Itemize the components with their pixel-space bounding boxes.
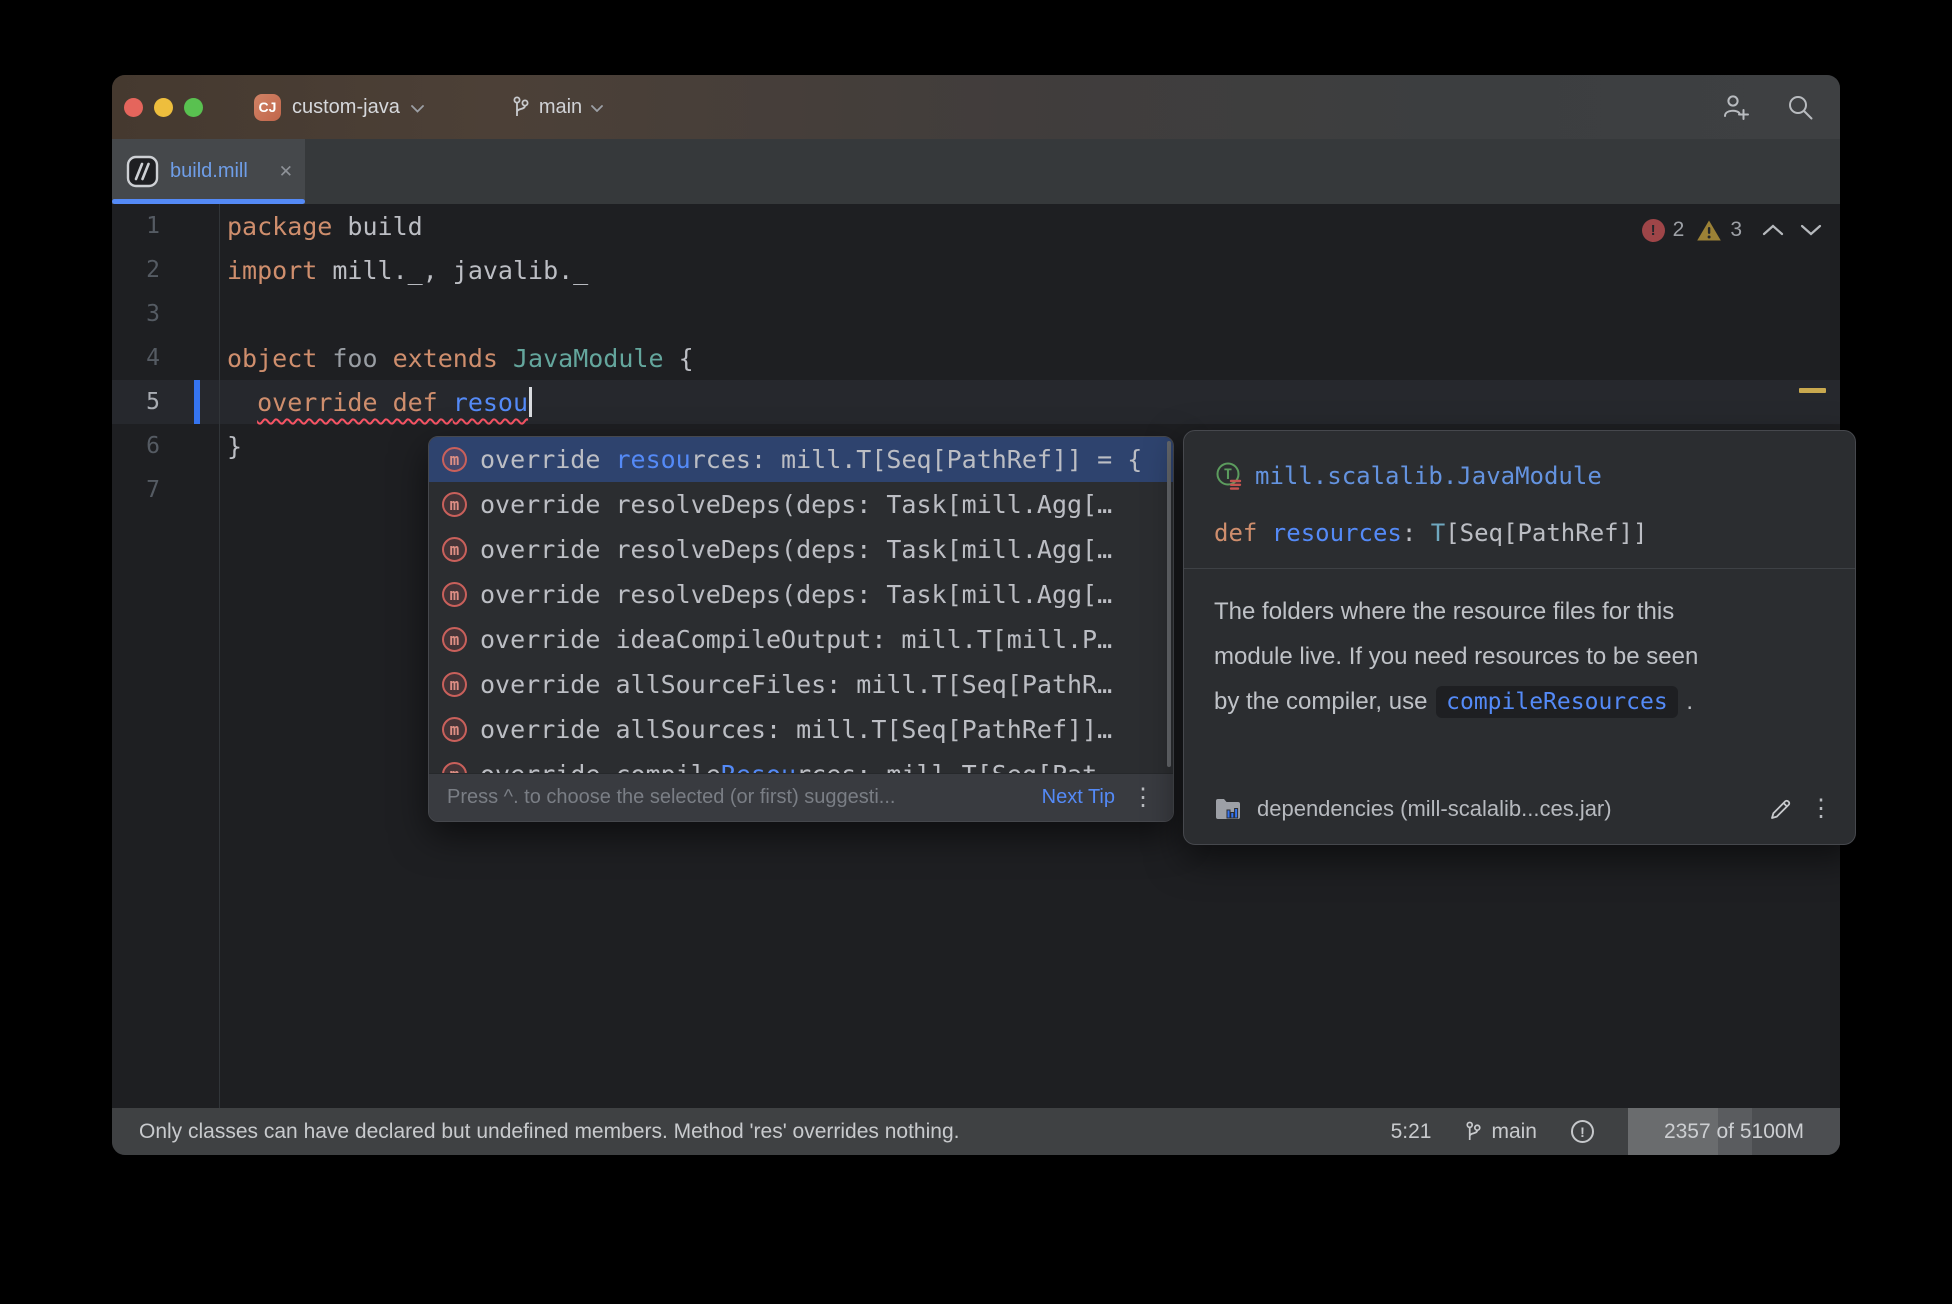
kebab-menu-icon[interactable]: ⋮ [1131,786,1155,810]
completion-item[interactable]: m override resolveDeps(deps: Task[mill.A… [429,482,1173,527]
compile-resources-link[interactable]: compileResources [1436,686,1678,718]
method-icon: m [442,492,467,517]
doc-signature: def resources: T[Seq[PathRef]] [1214,519,1648,547]
completion-item[interactable]: m override resolveDeps(deps: Task[mill.A… [429,572,1173,617]
minimize-window-button[interactable] [154,98,173,117]
inspections-widget: ! 2 3 [1642,218,1822,242]
doc-qualified-name[interactable]: mill.scalalib.JavaModule [1255,462,1602,490]
method-icon: m [442,717,467,742]
completion-item[interactable]: m override compileResources: mill.T[Seq[… [429,752,1173,773]
doc-description: The folders where the resource files for… [1214,589,1698,725]
status-message: Only classes can have declared but undef… [112,1120,1391,1144]
search-icon[interactable] [1787,94,1814,121]
line-number[interactable]: 5 [112,389,160,415]
method-icon: m [442,582,467,607]
trait-icon: T [1214,461,1244,491]
scrollbar-thumb[interactable] [1167,441,1171,767]
method-icon: m [442,672,467,697]
project-selector[interactable]: CJ custom-java [254,94,424,121]
completion-item[interactable]: m override resolveDeps(deps: Task[mill.A… [429,527,1173,572]
completion-hint-bar: Press ^. to choose the selected (or firs… [429,773,1173,821]
window-controls [124,98,203,117]
project-name: custom-java [292,96,400,119]
doc-divider [1184,568,1855,569]
branch-name: main [539,96,582,119]
next-problem-chevron-down-icon[interactable] [1800,224,1822,236]
zoom-window-button[interactable] [184,98,203,117]
status-branch[interactable]: main [1465,1120,1537,1144]
completion-hint-text: Press ^. to choose the selected (or firs… [447,786,1026,809]
problems-indicator[interactable]: ! [1571,1120,1594,1143]
error-circle-icon: ! [1571,1120,1594,1143]
doc-location-label: dependencies (mill-scalalib...ces.jar) [1257,796,1753,822]
completion-item-selected[interactable]: m override resources: mill.T[Seq[PathRef… [429,437,1173,482]
chevron-down-icon [411,105,424,113]
mill-file-icon [126,155,159,188]
completion-popup: m override resources: mill.T[Seq[PathRef… [428,436,1174,822]
memory-indicator[interactable]: 2357 of 5100M [1628,1108,1840,1155]
previous-problem-chevron-up-icon[interactable] [1762,224,1784,236]
text-caret [529,387,532,417]
title-bar: CJ custom-java main [112,75,1840,139]
kebab-menu-icon[interactable]: ⋮ [1809,797,1833,821]
error-badge-icon[interactable]: ! [1642,219,1665,242]
git-branch-icon [1465,1120,1482,1143]
close-window-button[interactable] [124,98,143,117]
warning-count[interactable]: 3 [1730,218,1742,242]
line-number[interactable]: 6 [112,433,160,459]
branch-selector[interactable]: main [512,95,603,119]
tab-build-mill[interactable]: build.mill ✕ [112,139,305,204]
edit-pencil-icon[interactable] [1768,796,1794,822]
error-count[interactable]: 2 [1673,218,1685,242]
code-line-caret[interactable]: 5 override def resou [112,380,1840,424]
editor-tab-bar: build.mill ✕ [112,139,1840,204]
code-with-me-add-user-icon[interactable] [1721,93,1751,121]
chevron-down-icon [591,105,603,112]
library-folder-icon [1214,797,1242,821]
method-icon: m [442,627,467,652]
close-tab-icon[interactable]: ✕ [279,162,293,182]
project-badge: CJ [254,94,281,121]
status-bar: Only classes can have declared but undef… [112,1108,1840,1155]
line-number[interactable]: 2 [112,257,160,283]
warning-stripe-marker[interactable] [1799,388,1826,393]
code-line[interactable]: 1 package build [112,204,1840,248]
line-number[interactable]: 3 [112,301,160,327]
warning-triangle-icon[interactable] [1696,219,1722,242]
completion-list: m override resources: mill.T[Seq[PathRef… [429,437,1173,773]
completion-item[interactable]: m override allSourceFiles: mill.T[Seq[Pa… [429,662,1173,707]
memory-text: 2357 of 5100M [1664,1120,1804,1144]
completion-item[interactable]: m override allSources: mill.T[Seq[PathRe… [429,707,1173,752]
line-number[interactable]: 4 [112,345,160,371]
method-icon: m [442,447,467,472]
line-number[interactable]: 1 [112,213,160,239]
caret-position[interactable]: 5:21 [1391,1120,1432,1144]
tab-title: build.mill [170,160,268,183]
git-branch-icon [512,95,530,119]
code-line[interactable]: 3 [112,292,1840,336]
next-tip-link[interactable]: Next Tip [1042,786,1115,809]
line-number[interactable]: 7 [112,477,160,503]
code-line[interactable]: 4 object foo extends JavaModule { [112,336,1840,380]
completion-item[interactable]: m override ideaCompileOutput: mill.T[mil… [429,617,1173,662]
documentation-popup: T mill.scalalib.JavaModule def resources… [1183,430,1856,845]
method-icon: m [442,762,467,773]
method-icon: m [442,537,467,562]
code-line[interactable]: 2 import mill._, javalib._ [112,248,1840,292]
